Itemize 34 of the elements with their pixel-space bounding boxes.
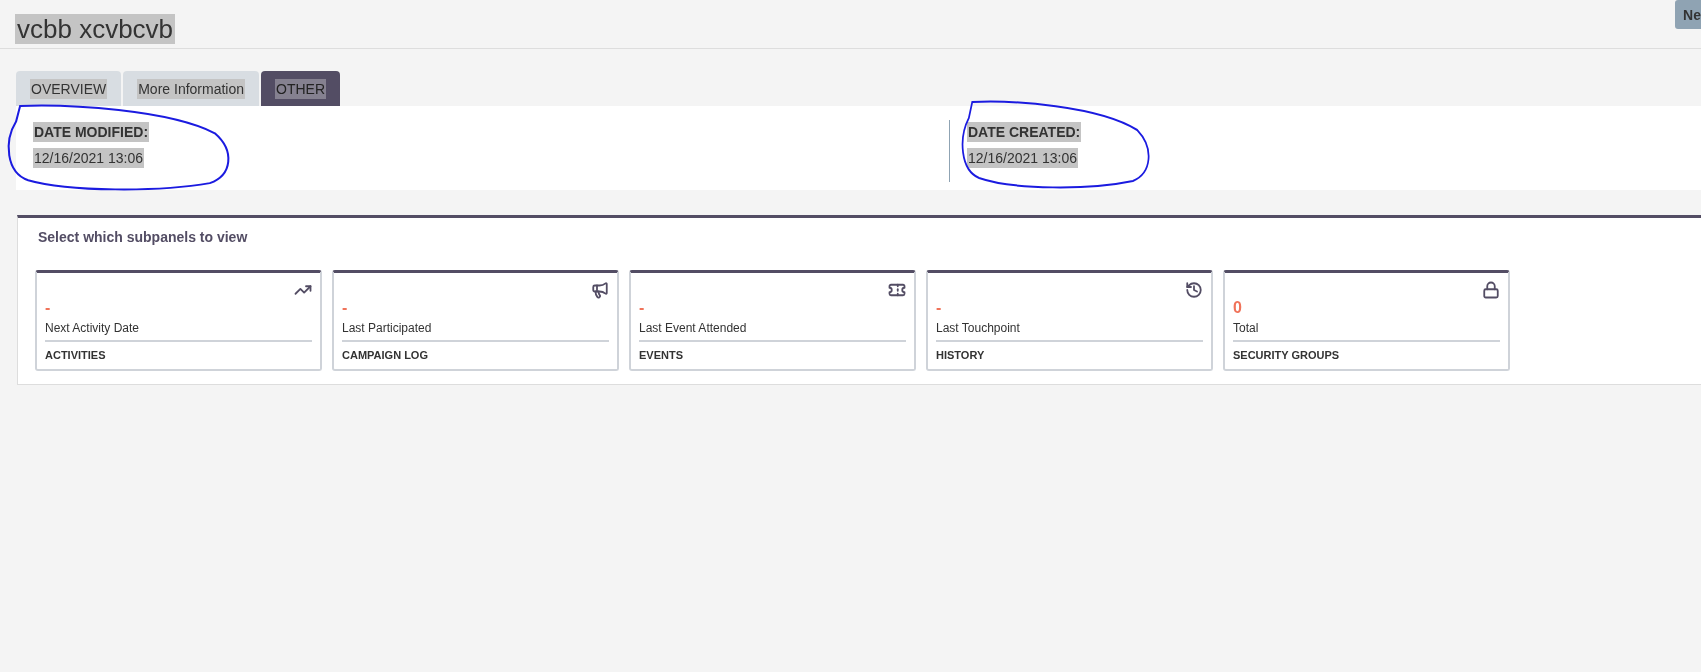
subpanel-card[interactable]: - Last Touchpoint HISTORY (926, 270, 1213, 371)
card-name: ACTIVITIES (45, 348, 106, 361)
card-name: EVENTS (639, 348, 683, 361)
tab[interactable]: OVERVIEW (16, 71, 122, 106)
card-value: - (936, 299, 942, 318)
new-button[interactable]: Ne (1675, 0, 1701, 29)
subpanel-card[interactable]: 0 Total SECURITY GROUPS (1223, 270, 1510, 371)
card-value: - (639, 299, 645, 318)
card-name: HISTORY (936, 348, 985, 361)
card-name: SECURITY GROUPS (1233, 348, 1340, 361)
card-caption: Last Event Attended (639, 319, 906, 342)
field-label: DATE MODIFIED: (33, 122, 150, 142)
subpanel-card[interactable]: - Last Event Attended EVENTS (629, 270, 916, 371)
card-caption: Last Participated (342, 319, 609, 342)
field-label: DATE CREATED: (967, 122, 1082, 142)
card-caption: Next Activity Date (45, 319, 312, 342)
field-value: 12/16/2021 13:06 (967, 148, 1078, 168)
card-caption: Last Touchpoint (936, 319, 1203, 342)
history-icon (1185, 281, 1203, 299)
tab[interactable]: OTHER (261, 71, 341, 106)
megaphone-icon (591, 281, 609, 299)
lock-icon (1482, 281, 1500, 299)
card-caption: Total (1233, 319, 1500, 342)
subpanel-card[interactable]: - Next Activity Date ACTIVITIES (35, 270, 322, 371)
card-value: 0 (1233, 299, 1242, 318)
ticket-icon (888, 281, 906, 299)
subpanel-card[interactable]: - Last Participated CAMPAIGN LOG (332, 270, 619, 371)
card-value: - (342, 299, 348, 318)
card-name: CAMPAIGN LOG (342, 348, 428, 361)
page-title: vcbb xcvbcvb (15, 14, 176, 44)
panel-title: Select which subpanels to view (37, 228, 249, 247)
card-value: - (45, 299, 51, 318)
tab[interactable]: More Information (123, 71, 260, 106)
field-value: 12/16/2021 13:06 (33, 148, 144, 168)
